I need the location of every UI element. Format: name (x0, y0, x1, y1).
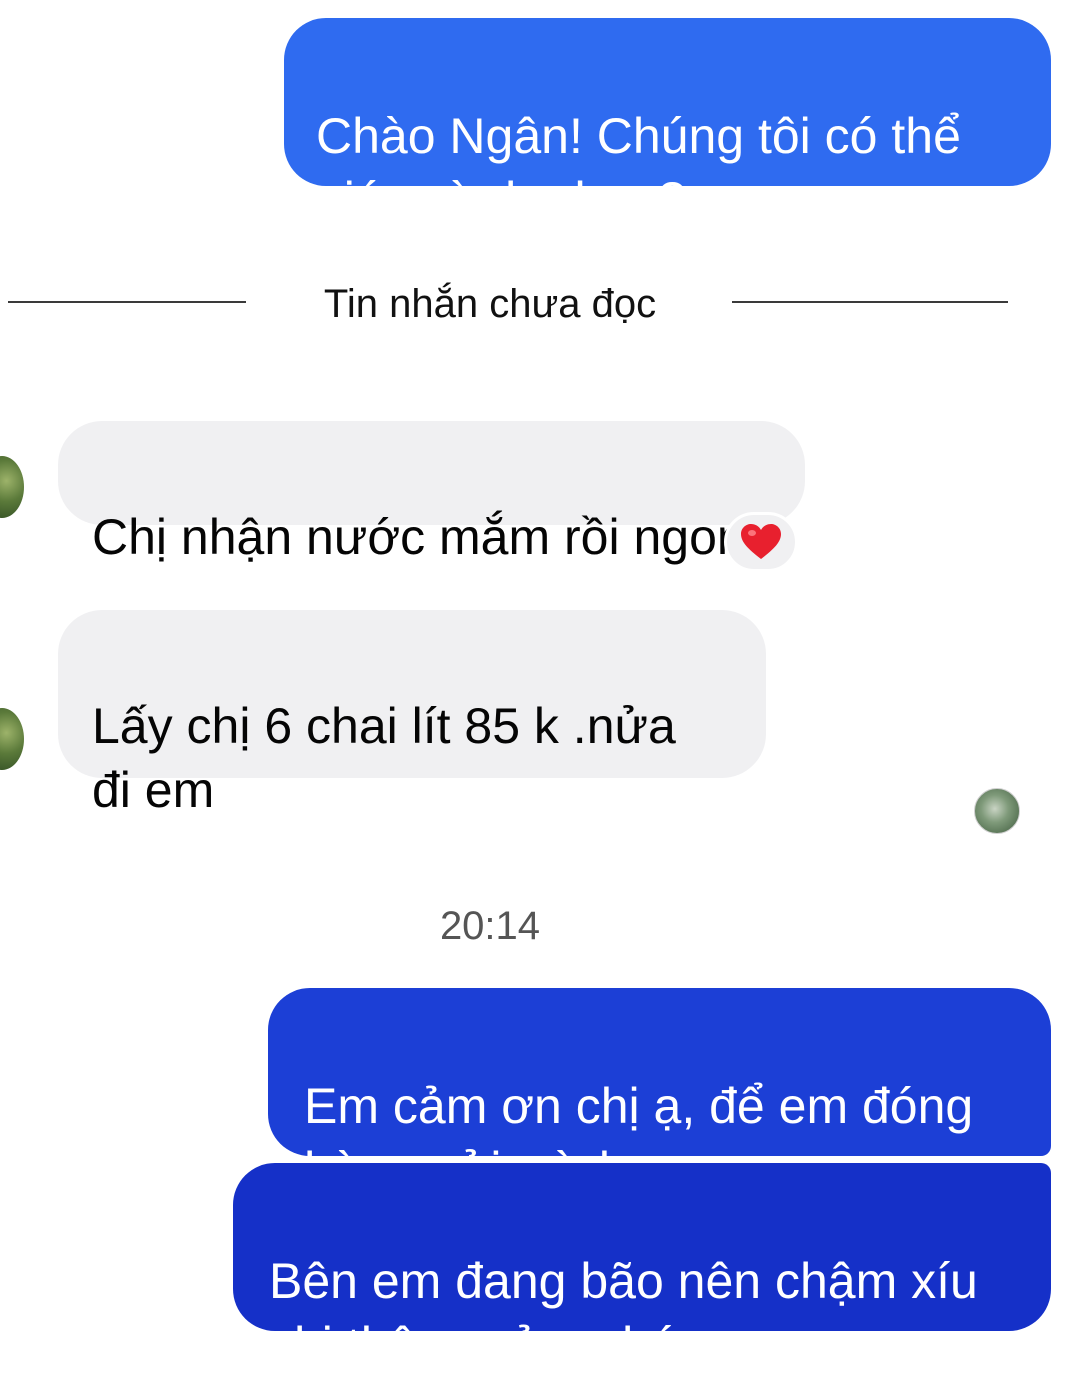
unread-divider-label: Tin nhắn chưa đọc (323, 282, 657, 326)
divider-line-right (732, 301, 1008, 303)
message-text: Chào Ngân! Chúng tôi có thể giúp gì cho … (316, 108, 961, 228)
message-text: Lấy chị 6 chai lít 85 k .nửa đi em (92, 698, 676, 818)
outgoing-message-bubble[interactable]: Em cảm ơn chị ạ, để em đóng hàng gửi mìn… (268, 988, 1051, 1198)
outgoing-message-bubble[interactable]: Chào Ngân! Chúng tôi có thể giúp gì cho … (284, 18, 1051, 228)
divider-line-left (8, 301, 246, 303)
outgoing-message-bubble[interactable]: Bên em đang bão nên chậm xíu chị thông c… (233, 1163, 1051, 1373)
contact-avatar[interactable] (0, 708, 24, 770)
incoming-message-bubble[interactable]: Chị nhận nước mắm rồi ngon (58, 421, 805, 565)
message-text: Chị nhận nước mắm rồi ngon (92, 509, 745, 565)
read-receipt-avatar (974, 788, 1020, 834)
message-reaction[interactable] (724, 512, 798, 572)
message-text: Bên em đang bão nên chậm xíu chị thông c… (269, 1253, 978, 1373)
incoming-message-bubble[interactable]: Lấy chị 6 chai lít 85 k .nửa đi em (58, 610, 766, 818)
message-timestamp: 20:14 (439, 904, 541, 948)
contact-avatar[interactable] (0, 456, 24, 518)
heart-icon (741, 524, 781, 559)
